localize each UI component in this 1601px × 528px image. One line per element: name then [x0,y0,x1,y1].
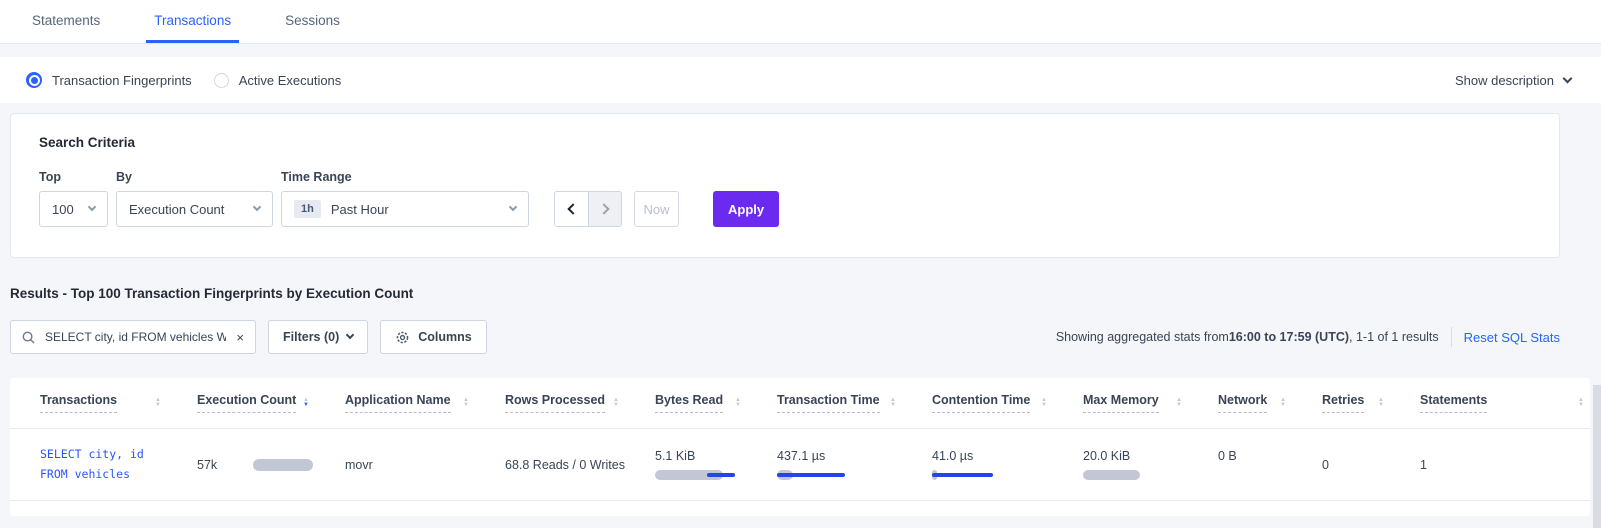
chevron-down-icon [88,203,96,211]
tab-transactions[interactable]: Transactions [146,0,239,43]
by-select[interactable]: Execution Count [116,191,273,227]
top-label: Top [39,170,116,184]
time-range-field: Time Range 1h Past Hour [281,170,529,227]
reset-sql-stats-link[interactable]: Reset SQL Stats [1464,330,1560,345]
sort-icon[interactable]: ▲▼ [1280,398,1286,408]
cell-network: 0 B [1188,429,1292,463]
top-select[interactable]: 100 [39,191,108,227]
time-range-value: Past Hour [331,202,389,217]
prev-time-button[interactable] [555,192,588,226]
radio-transaction-fingerprints[interactable]: Transaction Fingerprints [26,72,192,88]
columns-button-label: Columns [418,330,471,344]
gear-icon [395,330,410,345]
cell-contention-time: 41.0 µs [902,429,1053,480]
transaction-fingerprint-link[interactable]: SELECT city, id FROM vehicles [10,445,167,484]
search-icon [22,331,35,344]
sort-icon[interactable]: ▲▼ [1378,398,1384,408]
time-range-select[interactable]: 1h Past Hour [281,191,529,227]
radio-active-executions[interactable]: Active Executions [214,73,342,88]
col-header-contention-time[interactable]: Contention Time ▲▼ [902,393,1053,413]
page-tabs: Statements Transactions Sessions [0,0,1601,44]
divider [1451,327,1452,347]
radio-label: Transaction Fingerprints [52,73,192,88]
search-criteria-title: Search Criteria [39,135,1531,150]
tab-statements[interactable]: Statements [24,0,108,43]
stats-suffix: , 1-1 of 1 results [1349,330,1439,344]
cell-application-name: movr [315,458,475,472]
top-select-value: 100 [52,202,74,217]
cell-bytes-read: 5.1 KiB [625,429,747,480]
table-row: SELECT city, id FROM vehicles 57k movr 6… [10,428,1590,501]
max-memory-bar [1083,470,1167,480]
filters-button-label: Filters (0) [283,330,339,344]
sort-icon-desc-active[interactable]: ▲▼ [303,398,309,408]
transactions-table: Transactions ▲▼ Execution Count ▲▼ Appli… [10,378,1590,516]
apply-button[interactable]: Apply [713,191,779,227]
chevron-down-icon [346,331,354,339]
col-header-bytes-read[interactable]: Bytes Read ▲▼ [625,393,747,413]
search-input[interactable] [43,329,228,345]
sort-icon[interactable]: ▲▼ [155,398,161,408]
by-select-value: Execution Count [129,202,224,217]
cell-statements: 1 [1390,458,1590,472]
col-header-transaction-time[interactable]: Transaction Time ▲▼ [747,393,902,413]
sort-icon[interactable]: ▲▼ [1578,398,1584,408]
col-header-rows-processed[interactable]: Rows Processed ▲▼ [475,393,625,413]
sort-icon[interactable]: ▲▼ [613,398,619,408]
sort-icon[interactable]: ▲▼ [1176,398,1182,408]
col-header-transactions[interactable]: Transactions ▲▼ [10,393,167,413]
chevron-down-icon [1563,73,1573,83]
show-description-label: Show description [1455,73,1554,88]
show-description-toggle[interactable]: Show description [1455,73,1571,88]
col-header-execution-count[interactable]: Execution Count ▲▼ [167,393,315,413]
execution-count-bar [253,459,313,471]
chevron-down-icon [509,203,517,211]
time-range-label: Time Range [281,170,529,184]
search-criteria-panel: Search Criteria Top 100 By Execution Cou… [10,113,1560,258]
cell-execution-count: 57k [167,458,315,472]
chevron-left-icon [567,203,578,214]
col-header-application-name[interactable]: Application Name ▲▼ [315,393,475,413]
view-toggle-bar: Transaction Fingerprints Active Executio… [0,57,1601,103]
filter-row: × Filters (0) Columns Showing aggregated… [10,320,1560,354]
now-button[interactable]: Now [634,191,679,227]
col-header-max-memory[interactable]: Max Memory ▲▼ [1053,393,1188,413]
cell-transaction-time: 437.1 µs [747,429,902,480]
contention-time-bar [932,470,1016,480]
clear-search-icon[interactable]: × [236,331,244,344]
chevron-down-icon [253,203,261,211]
col-header-network[interactable]: Network ▲▼ [1188,393,1292,413]
bytes-read-bar [655,470,739,480]
chevron-right-icon [598,203,609,214]
by-label: By [116,170,281,184]
sort-icon[interactable]: ▲▼ [1041,398,1047,408]
sort-icon[interactable]: ▲▼ [463,398,469,408]
col-header-statements[interactable]: Statements ▲▼ [1390,393,1590,413]
table-header-row: Transactions ▲▼ Execution Count ▲▼ Appli… [10,378,1590,428]
top-field: Top 100 [39,170,116,227]
by-field: By Execution Count [116,170,281,227]
cell-retries: 0 [1292,458,1390,472]
tab-sessions[interactable]: Sessions [277,0,348,43]
radio-selected-icon[interactable] [26,72,42,88]
sort-icon[interactable]: ▲▼ [890,398,896,408]
stats-time-range: 16:00 to 17:59 (UTC) [1229,330,1349,344]
radio-label: Active Executions [239,73,342,88]
cell-rows-processed: 68.8 Reads / 0 Writes [475,458,625,472]
transaction-time-bar [777,470,861,480]
sort-icon[interactable]: ▲▼ [735,398,741,408]
time-range-badge: 1h [294,200,321,218]
stats-summary: Showing aggregated stats from 16:00 to 1… [1056,327,1560,347]
vertical-scrollbar[interactable] [1593,385,1601,528]
filters-button[interactable]: Filters (0) [268,320,368,354]
next-time-button[interactable] [588,192,621,226]
col-header-retries[interactable]: Retries ▲▼ [1292,393,1390,413]
fingerprint-searchbox[interactable]: × [10,320,256,354]
stats-prefix: Showing aggregated stats from [1056,330,1229,344]
results-heading: Results - Top 100 Transaction Fingerprin… [10,286,1601,301]
radio-unselected-icon[interactable] [214,73,229,88]
cell-max-memory: 20.0 KiB [1053,429,1188,480]
columns-button[interactable]: Columns [380,320,486,354]
time-nav-buttons [554,191,622,227]
